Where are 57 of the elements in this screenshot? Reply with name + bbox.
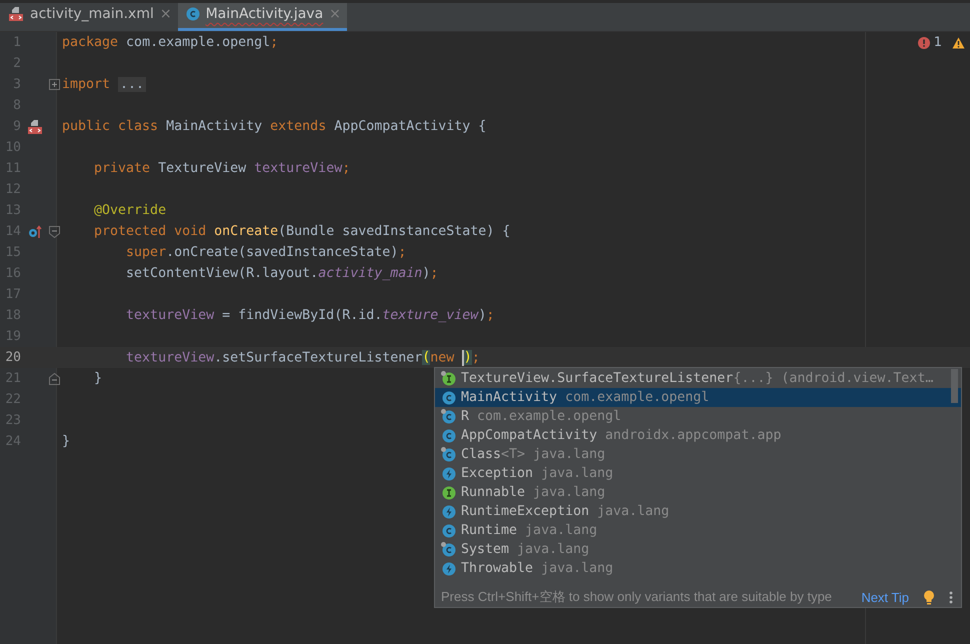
code-line: protected void onCreate(Bundle savedInstanceState) { (93, 224, 510, 239)
completion-item[interactable]: RuntimeException java.lang (435, 502, 961, 521)
layout-file-icon (8, 6, 24, 22)
layout-file-icon (27, 118, 43, 134)
completion-item[interactable]: Class<T> java.lang (435, 445, 961, 464)
code-line: textureView.setSurfaceTextureListener(new ); (125, 350, 480, 366)
completion-item[interactable]: Runtime java.lang (435, 521, 961, 540)
interface-icon (442, 486, 456, 500)
code-line: textureView = findViewById(R.id.texture_view); (125, 308, 494, 323)
code-line: import ... (62, 77, 146, 92)
fold-icon[interactable] (49, 372, 60, 384)
completion-item[interactable]: Exception java.lang (435, 464, 961, 483)
completion-item[interactable]: R com.example.opengl (435, 407, 961, 426)
warning-icon[interactable] (952, 36, 965, 48)
editor-tab[interactable]: activity_main.xml × (0, 0, 178, 31)
scrollbar-thumb[interactable] (951, 369, 958, 403)
class-icon (442, 448, 456, 462)
pin-icon (441, 446, 446, 452)
interface-icon (442, 372, 456, 386)
completion-item[interactable]: AppCompatActivity androidx.appcompat.app (435, 426, 961, 445)
more-icon[interactable] (949, 590, 953, 604)
code-line: setContentView(R.layout.activity_main); (125, 266, 438, 281)
pin-icon (441, 370, 446, 376)
code-line: super.onCreate(savedInstanceState); (125, 245, 406, 260)
completion-item[interactable]: Runnable java.lang (435, 483, 961, 502)
line-number: 20 (4, 350, 22, 365)
pin-icon (441, 408, 446, 414)
fold-icon[interactable] (49, 79, 60, 90)
completion-item[interactable]: MainActivity com.example.opengl (435, 388, 961, 407)
completion-item[interactable]: TextureView.SurfaceTextureListener{...} (android.view.Text… (435, 369, 961, 388)
class-icon (186, 7, 200, 21)
next-tip-link[interactable]: Next Tip (861, 590, 909, 604)
class-icon (442, 524, 456, 538)
error-count: 1 (934, 35, 942, 50)
pin-icon (441, 542, 446, 546)
code-line: package com.example.opengl; (62, 35, 278, 50)
code-line: } (93, 371, 102, 386)
class-icon (442, 542, 456, 556)
code-line: } (62, 434, 70, 449)
completion-item[interactable]: Throwable java.lang (435, 559, 961, 578)
editor-tab[interactable]: MainActivity.java × (178, 0, 347, 31)
code-line: public class MainActivity extends AppCompatActivity { (62, 119, 486, 134)
completion-item[interactable]: System java.lang (435, 540, 961, 559)
fold-icon[interactable] (49, 226, 60, 238)
class-icon (442, 410, 456, 424)
hint-text: Press Ctrl+Shift+空格 to show only variants that are suitable by type (441, 588, 832, 606)
close-icon[interactable]: × (160, 6, 172, 22)
code-line: @Override (93, 203, 166, 218)
lightning-icon (442, 466, 456, 480)
class-icon (442, 390, 456, 404)
lightning-icon (442, 562, 456, 576)
override-icon[interactable] (28, 224, 42, 238)
code-line: private TextureView textureView; (93, 161, 350, 176)
error-icon[interactable] (918, 36, 930, 48)
lightning-icon (442, 504, 456, 518)
lightbulb-icon[interactable] (923, 590, 935, 604)
class-icon (442, 428, 456, 442)
